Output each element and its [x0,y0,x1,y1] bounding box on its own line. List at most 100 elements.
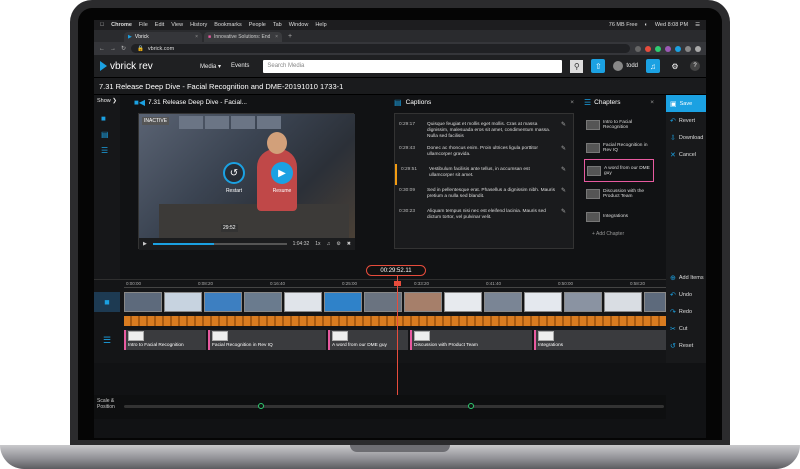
edit-caption-icon[interactable]: ✎ [561,122,569,140]
audio-track[interactable] [124,316,666,326]
profile-icon[interactable] [695,45,701,52]
show-toggle[interactable]: Show ❯ [94,95,120,107]
vbrick-logo[interactable]: vbrick rev [100,61,192,72]
fullscreen-icon[interactable]: ✖ [347,241,351,247]
wifi-icon[interactable]: ◐ [645,22,648,28]
menu-list-icon[interactable]: ☰ [695,22,700,28]
chapter-item[interactable]: Intro to Facial Recognition [584,113,654,136]
menu-file[interactable]: File [139,22,148,28]
user-menu[interactable]: todd [613,61,638,71]
resume-button[interactable]: ▶ [271,162,293,184]
video-clip[interactable] [644,292,666,312]
video-clip[interactable] [404,292,442,312]
caption-text[interactable]: Sed in pellentesque erat. Phasellus a di… [427,188,555,203]
caption-text[interactable]: Vestibulum facilisis ante tellus, in acc… [429,167,555,182]
video-clip[interactable] [604,292,642,312]
undo-button[interactable]: ↶ Undo [666,286,706,303]
cut-button[interactable]: ✂ Cut [666,320,706,337]
timeline[interactable]: 0:00:00 0:08:20 0:16:40 0:25:00 0:33:20 … [94,279,666,363]
caption-row[interactable]: 0:29:43 Donec ac rhoncus enim. Proin ult… [395,143,573,164]
video-clip[interactable] [124,292,162,312]
settings-small-icon[interactable]: ⚙ [336,241,340,247]
scale-start-handle[interactable] [258,403,264,409]
close-tab-icon[interactable]: × [275,34,278,40]
extension-red-icon[interactable] [645,45,651,52]
video-clip[interactable] [484,292,522,312]
add-items-button[interactable]: ⊕ Add Items [666,269,706,286]
extension-purple-icon[interactable] [665,45,671,52]
revert-button[interactable]: ↶ Revert [666,112,706,129]
video-clip[interactable] [244,292,282,312]
chapter-track-icon[interactable]: ☰ [94,330,120,350]
nav-media[interactable]: Media ▾ [200,63,221,70]
forward-icon[interactable]: → [110,46,116,52]
current-timecode[interactable]: 00:29:52.11 [366,265,426,276]
nav-events[interactable]: Events [231,63,249,70]
apple-icon[interactable]:  [100,22,104,28]
video-clip[interactable] [164,292,202,312]
scale-slider[interactable] [124,403,664,409]
menu-window[interactable]: Window [289,22,309,28]
progress-bar[interactable] [152,243,287,245]
play-small-icon[interactable]: ▶ [143,241,147,247]
extension-blue-icon[interactable] [675,45,681,52]
search-button[interactable]: ⚲ [570,59,584,73]
caption-row[interactable]: 0:29:17 Quisque feugiat et mollis eget m… [395,119,573,143]
playback-speed[interactable]: 1x [315,241,320,247]
caption-row[interactable]: 0:30:09 Sed in pellentesque erat. Phasel… [395,185,573,206]
help-button[interactable]: ? [690,61,700,71]
upload-button[interactable]: ⇧ [591,59,606,73]
edit-caption-icon[interactable]: ✎ [561,167,569,182]
chapter-segment[interactable]: Intro to Facial Recognition [124,330,206,350]
new-tab-button[interactable]: + [284,33,296,42]
video-track-icon[interactable]: ■ [94,292,120,312]
chapter-segment[interactable]: Integrations [534,330,666,350]
chapter-segment[interactable]: Facial Recognition in Rev IQ [208,330,326,350]
close-chapters-icon[interactable]: × [650,99,654,106]
caption-text[interactable]: Aliquam tempus nisi nec est eleifend lac… [427,209,555,224]
edit-caption-icon[interactable]: ✎ [561,146,569,161]
chapters-panel-icon[interactable]: ☰ [101,147,113,155]
browser-tab-vbrick[interactable]: ▶ Vbrick × [124,32,202,42]
video-clip[interactable] [324,292,362,312]
video-clip[interactable] [444,292,482,312]
notifications-button[interactable]: ♫ [646,59,660,73]
volume-icon[interactable]: ♫ [327,241,331,247]
save-button[interactable]: ▣ Save [666,95,706,112]
back-icon[interactable]: ← [99,46,105,52]
scale-end-handle[interactable] [468,403,474,409]
video-clip[interactable] [564,292,602,312]
edit-caption-icon[interactable]: ✎ [561,209,569,224]
chapter-segment[interactable]: Discussion with Product Team [410,330,532,350]
extension-green-icon[interactable] [655,45,661,52]
search-input[interactable]: Search Media [263,59,563,73]
chapter-item-selected[interactable]: A word from our DME guy [584,159,654,182]
chapter-item[interactable]: Integrations [584,205,654,228]
chapter-segment[interactable]: A word from our DME guy [328,330,408,350]
browser-tab-solutions[interactable]: ■ Innovative Solutions: Enduring... × [204,32,282,42]
close-tab-icon[interactable]: × [195,34,198,40]
menu-tab[interactable]: Tab [273,22,282,28]
menu-bookmarks[interactable]: Bookmarks [214,22,242,28]
caption-row[interactable]: 0:30:23 Aliquam tempus nisi nec est elei… [395,206,573,227]
close-captions-icon[interactable]: × [570,99,574,106]
add-chapter-button[interactable]: + Add Chapter [584,228,654,240]
clock[interactable]: Wed 8:08 PM [655,22,688,28]
video-player[interactable]: INACTIVE ↺ Restart ▶ Resume 29:52 ▶ 1:04… [138,113,355,250]
video-panel-icon[interactable]: ■ [101,115,113,123]
video-clip[interactable] [204,292,242,312]
cancel-button[interactable]: ✕ Cancel [666,146,706,163]
download-button[interactable]: ⇩ Download [666,129,706,146]
reset-button[interactable]: ↺ Reset [666,337,706,354]
video-clip[interactable] [284,292,322,312]
caption-text[interactable]: Quisque feugiat et mollis eget mollis. C… [427,122,555,140]
playhead[interactable] [397,275,398,395]
video-track[interactable] [124,292,666,312]
video-frame[interactable]: INACTIVE ↺ Restart ▶ Resume 29:52 [139,114,355,238]
captions-panel-icon[interactable]: ▤ [101,131,113,139]
chapter-track[interactable]: Intro to Facial Recognition Facial Recog… [124,330,666,350]
menu-edit[interactable]: Edit [155,22,164,28]
chapter-item[interactable]: Discussion with the Product Team [584,182,654,205]
menu-people[interactable]: People [249,22,266,28]
restart-button[interactable]: ↺ [223,162,245,184]
